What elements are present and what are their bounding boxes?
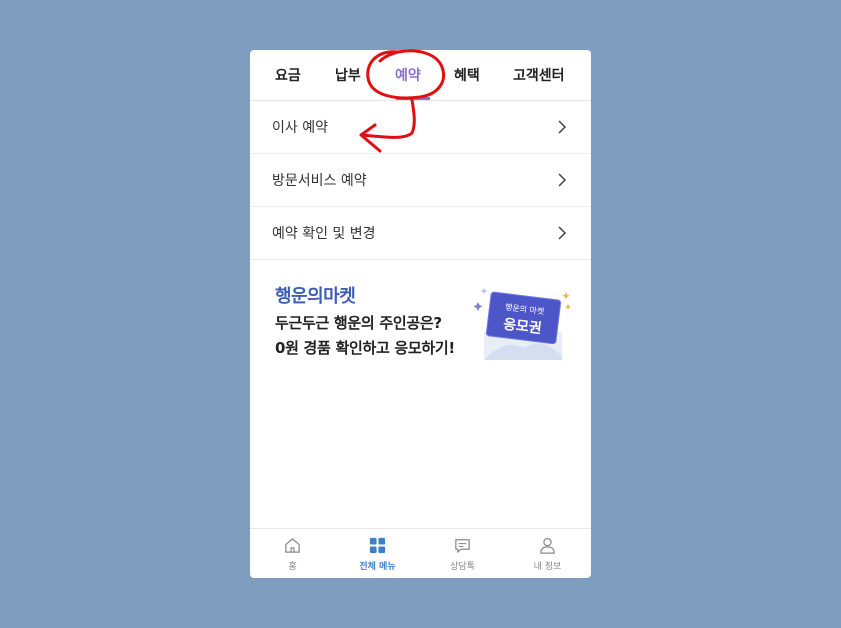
nav-my-info-label: 내 정보 (533, 562, 562, 572)
nav-chat[interactable]: 상담톡 (420, 529, 505, 578)
tab-fee[interactable]: 요금 (275, 65, 301, 85)
active-tab-indicator (396, 97, 430, 100)
chevron-right-icon (558, 173, 567, 187)
top-tab-bar: 요금 납부 예약 혜택 고객센터 (250, 50, 591, 101)
chevron-right-icon (558, 120, 567, 134)
menu-item-visit-service-reservation[interactable]: 방문서비스 예약 (250, 154, 591, 207)
tab-reservation[interactable]: 예약 (395, 65, 421, 85)
chat-icon (455, 539, 470, 553)
raffle-ticket-icon: 행운의 마켓 응모권 (474, 288, 571, 360)
menu-item-reservation-check[interactable]: 예약 확인 및 변경 (250, 207, 591, 260)
tab-payment[interactable]: 납부 (335, 65, 361, 85)
home-icon (285, 538, 300, 553)
grid-icon (369, 537, 386, 554)
bottom-navigation: 홈 전체 메뉴 상담톡 내 정보 (250, 528, 591, 578)
app-screen: 요금 납부 예약 혜택 고객센터 이사 예약 방문서비스 예약 예약 확인 및 … (250, 50, 591, 578)
menu-item-label: 이사 예약 (272, 120, 328, 136)
banner-text-line1: 두근두근 행운의 주인공은? (275, 314, 442, 332)
lucky-market-banner[interactable]: 행운의마켓 두근두근 행운의 주인공은? 0원 경품 확인하고 응모하기! 행운… (250, 258, 591, 388)
banner-text-line2: 0원 경품 확인하고 응모하기! (275, 339, 455, 357)
nav-all-menu[interactable]: 전체 메뉴 (335, 529, 420, 578)
nav-my-info[interactable]: 내 정보 (505, 529, 590, 578)
menu-item-label: 예약 확인 및 변경 (272, 226, 376, 242)
nav-home[interactable]: 홈 (250, 529, 335, 578)
nav-all-menu-label: 전체 메뉴 (359, 562, 396, 572)
banner-title: 행운의마켓 (275, 286, 356, 307)
tab-customer-center[interactable]: 고객센터 (513, 65, 565, 85)
chevron-right-icon (558, 226, 567, 240)
person-icon (540, 537, 555, 554)
nav-chat-label: 상담톡 (450, 562, 475, 572)
menu-item-moving-reservation[interactable]: 이사 예약 (250, 101, 591, 154)
menu-item-label: 방문서비스 예약 (272, 173, 367, 189)
tab-benefits[interactable]: 혜택 (454, 65, 480, 85)
nav-home-label: 홈 (288, 562, 297, 572)
